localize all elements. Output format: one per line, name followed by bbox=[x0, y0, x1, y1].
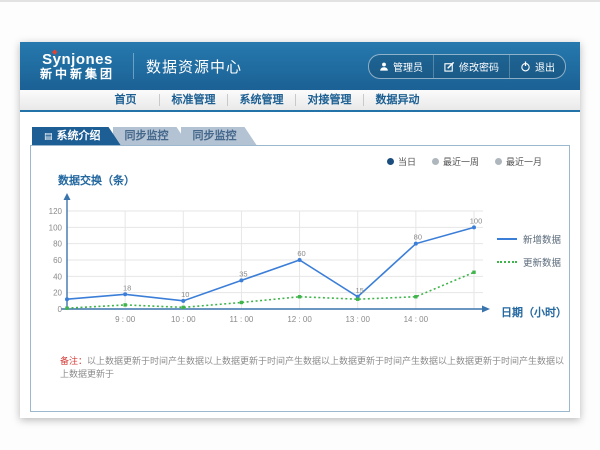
tab-sync-monitor-2[interactable]: 同步监控 bbox=[181, 127, 257, 145]
radio-dot-icon bbox=[432, 158, 439, 165]
logo-chinese: 新中新集团 bbox=[40, 68, 115, 81]
svg-text:0: 0 bbox=[58, 305, 63, 314]
svg-text:100: 100 bbox=[49, 223, 63, 232]
svg-text:14 : 00: 14 : 00 bbox=[404, 315, 429, 324]
logout-button[interactable]: 退出 bbox=[509, 55, 565, 78]
admin-user-button[interactable]: 管理员 bbox=[369, 55, 433, 78]
document-icon: ▤ bbox=[44, 131, 53, 141]
svg-text:60: 60 bbox=[53, 256, 62, 265]
radio-dot-icon bbox=[387, 158, 394, 165]
chart-region: 0 20 40 60 80 100 120 9 : 00 10 : 00 11 : 00 12 : … bbox=[31, 190, 569, 324]
svg-text:80: 80 bbox=[53, 240, 62, 249]
nav-item-standard-mgmt[interactable]: 标准管理 bbox=[160, 90, 227, 110]
x-axis-title: 日期（小时） bbox=[501, 304, 567, 320]
radio-last-month[interactable]: 最近一月 bbox=[495, 155, 542, 168]
chart-legend: 新增数据 更新数据 日期（小时） bbox=[491, 190, 569, 324]
legend-line-dotted-icon bbox=[497, 261, 517, 263]
change-password-button[interactable]: 修改密码 bbox=[433, 55, 509, 78]
svg-text:40: 40 bbox=[53, 272, 62, 281]
tab-system-intro[interactable]: ▤系统介绍 bbox=[32, 127, 121, 145]
footnote: 备注：以上数据更新于时间产生数据以上数据更新于时间产生数据以上数据更新于时间产生… bbox=[60, 354, 569, 380]
app-title: 数据资源中心 bbox=[146, 56, 242, 77]
content-area: ▤系统介绍 同步监控 同步监控 当日 最近一周 bbox=[20, 112, 580, 418]
logo-accent-icon: ◆ bbox=[52, 49, 57, 56]
svg-text:13 : 00: 13 : 00 bbox=[345, 315, 370, 324]
svg-text:11 : 00: 11 : 00 bbox=[229, 315, 253, 324]
svg-text:10: 10 bbox=[181, 290, 189, 299]
svg-text:10 : 00: 10 : 00 bbox=[171, 315, 196, 324]
svg-text:9 : 00: 9 : 00 bbox=[115, 315, 136, 324]
svg-text:100: 100 bbox=[470, 216, 483, 225]
y-axis-title: 数据交换（条） bbox=[58, 172, 569, 188]
main-nav: 首页 标准管理 系统管理 对接管理 数据异动 bbox=[20, 90, 580, 112]
radio-last-week[interactable]: 最近一周 bbox=[432, 155, 479, 168]
footnote-prefix: 备注： bbox=[60, 356, 87, 366]
user-icon bbox=[379, 61, 389, 72]
header-divider bbox=[133, 53, 134, 79]
nav-item-system-mgmt[interactable]: 系统管理 bbox=[228, 90, 295, 110]
power-icon bbox=[520, 61, 531, 72]
nav-item-interface-mgmt[interactable]: 对接管理 bbox=[296, 90, 363, 110]
legend-item-update-data[interactable]: 更新数据 bbox=[497, 255, 561, 269]
page-top-edge bbox=[0, 0, 600, 2]
nav-item-data-change[interactable]: 数据异动 bbox=[364, 90, 431, 110]
radio-today[interactable]: 当日 bbox=[387, 155, 416, 168]
company-logo: ◆ Synjones 新中新集团 bbox=[34, 52, 121, 80]
svg-text:15: 15 bbox=[356, 286, 364, 295]
app-header: ◆ Synjones 新中新集团 数据资源中心 管理员 修改密码 bbox=[20, 42, 580, 90]
svg-text:20: 20 bbox=[53, 289, 62, 298]
nav-item-home[interactable]: 首页 bbox=[92, 90, 159, 110]
svg-text:120: 120 bbox=[49, 207, 63, 216]
header-actions: 管理员 修改密码 退出 bbox=[368, 54, 566, 79]
footnote-text: 以上数据更新于时间产生数据以上数据更新于时间产生数据以上数据更新于时间产生数据以… bbox=[60, 356, 564, 379]
svg-text:35: 35 bbox=[239, 269, 247, 278]
line-chart: 0 20 40 60 80 100 120 9 : 00 10 : 00 11 : 00 12 : … bbox=[31, 190, 491, 324]
chart-card: 当日 最近一周 最近一月 数据交换（条） 0 20 40 60 80 100 120 9 : … bbox=[30, 145, 570, 412]
svg-text:80: 80 bbox=[414, 233, 422, 242]
time-range-filter: 当日 最近一周 最近一月 bbox=[31, 146, 569, 168]
app-window: ◆ Synjones 新中新集团 数据资源中心 管理员 修改密码 bbox=[20, 42, 580, 418]
svg-text:12 : 00: 12 : 00 bbox=[287, 315, 312, 324]
edit-icon bbox=[444, 61, 455, 72]
svg-text:60: 60 bbox=[297, 249, 305, 258]
radio-dot-icon bbox=[495, 158, 502, 165]
tab-sync-monitor-1[interactable]: 同步监控 bbox=[113, 127, 189, 145]
tab-bar: ▤系统介绍 同步监控 同步监控 bbox=[32, 127, 570, 145]
svg-text:18: 18 bbox=[123, 283, 131, 292]
legend-line-solid-icon bbox=[497, 238, 517, 240]
legend-item-new-data[interactable]: 新增数据 bbox=[497, 232, 561, 246]
